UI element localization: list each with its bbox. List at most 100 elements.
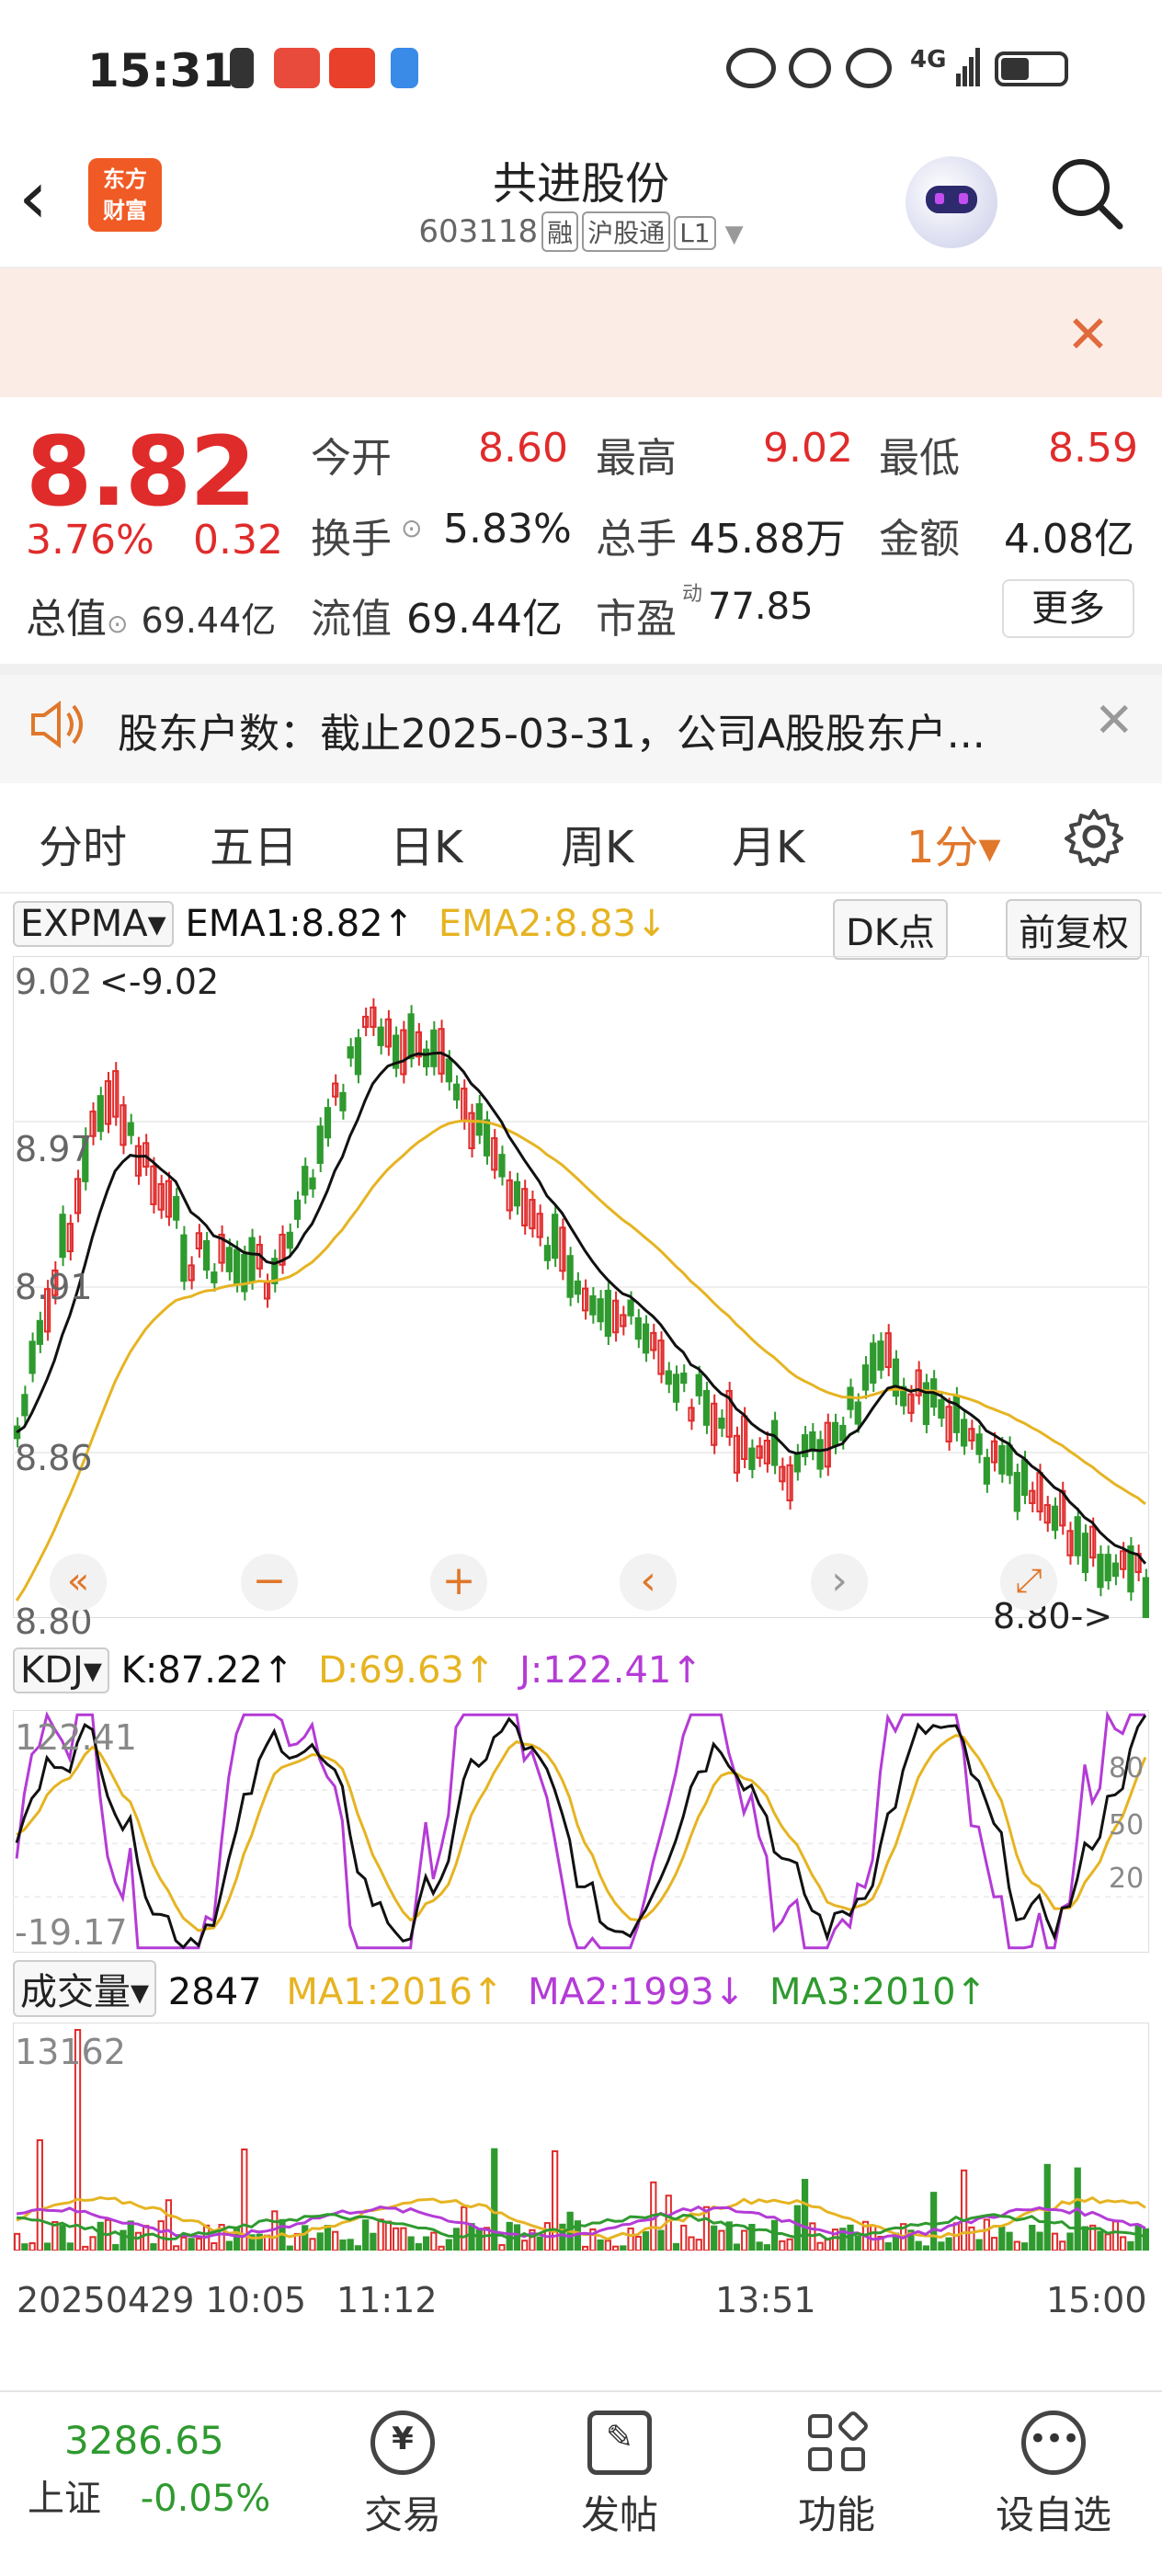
index-name: 上证 [28, 2478, 101, 2520]
current-price: 8.82 [26, 416, 256, 528]
adjust-button[interactable]: 前复权 [1006, 899, 1142, 960]
turnover-label: 换手 [311, 516, 392, 563]
more-button[interactable]: 更多 [1002, 579, 1134, 638]
alarm-icon [789, 48, 831, 88]
scroll-left-fast-button[interactable]: « [50, 1554, 107, 1611]
app-small-icon [391, 48, 418, 88]
add-watchlist-button[interactable]: ••• 设自选 [980, 2401, 1127, 2540]
taobao-icon [329, 48, 375, 88]
volume-label: 总手 [596, 516, 677, 563]
volume-row: 成交量▾ 2847 MA1:2016↑ MA2:1993↓ MA3:2010↑ [13, 1960, 986, 2017]
app-notification-icon [274, 48, 320, 88]
stock-header: ‹ 东方 财富 共进股份 603118 融沪股通 L1 ▼ [0, 138, 1162, 268]
bottom-toolbar: 3286.65 上证 -0.05% ¥ 交易 ✎ 发帖 功能 ••• 设自选 [0, 2390, 1162, 2576]
battery-icon [995, 51, 1068, 86]
kdj-ref-20: 20 [1109, 1863, 1145, 1895]
signal-icon [956, 46, 980, 86]
low-value: 8.59 [1048, 425, 1138, 472]
assistant-robot-icon[interactable] [906, 156, 997, 248]
trade-label: 交易 [363, 2492, 441, 2537]
tab-five-day[interactable]: 五日 [210, 811, 298, 875]
time-label-start: 20250429 10:05 [17, 2280, 307, 2320]
max-price-marker: <-9.02 [99, 962, 220, 1002]
price-tick-3: 8.91 [15, 1267, 93, 1307]
kdj-ref-50: 50 [1109, 1809, 1145, 1841]
time-label-3: 13:51 [715, 2280, 816, 2320]
notice-text: 股东户数：截止2025-03-31，公司A股股东户... [118, 711, 985, 758]
close-notice-icon[interactable]: ✕ [1094, 693, 1134, 748]
index-value: 3286.65 [64, 2418, 224, 2463]
total-value-label: 总值 [26, 596, 107, 643]
kdj-ref-80: 80 [1109, 1752, 1145, 1784]
tab-monthly-k[interactable]: 月K [732, 811, 804, 875]
function-button[interactable]: 功能 [763, 2401, 910, 2540]
status-time: 15:31 [87, 44, 234, 97]
scroll-left-button[interactable]: ‹ [620, 1554, 677, 1611]
tab-intraday[interactable]: 分时 [39, 811, 127, 875]
volume-chart[interactable] [13, 2023, 1149, 2251]
scroll-right-button[interactable]: › [811, 1554, 868, 1611]
kdj-chart[interactable] [13, 1710, 1149, 1953]
quote-panel: 8.82 3.76% 0.32 总值⊙ 69.44亿 今开 8.60 最高 9.… [0, 397, 1162, 664]
time-label-end: 15:00 [1046, 2280, 1147, 2320]
volume-top-tick: 13162 [15, 2032, 126, 2072]
grid-icon [804, 2409, 871, 2475]
zoom-in-button[interactable]: + [430, 1554, 487, 1611]
tab-daily-k[interactable]: 日K [390, 811, 462, 875]
info-icon[interactable]: ⊙ [107, 609, 128, 639]
function-label: 功能 [797, 2492, 875, 2537]
change-value: 0.32 [193, 517, 283, 564]
index-widget[interactable]: 3286.65 上证 -0.05% [28, 2418, 270, 2522]
pe-value: 77.85 [708, 586, 814, 628]
price-tick-2: 8.97 [15, 1129, 93, 1169]
turnover-value: 5.83% [443, 506, 572, 553]
period-tabs: 分时 五日 日K 周K 月K 1分▾ [0, 783, 1162, 894]
price-tick-top: 9.02 [15, 962, 93, 1002]
kdj-select[interactable]: KDJ▾ [13, 1647, 109, 1693]
vol-ma1: MA1:2016↑ [286, 1971, 504, 2013]
price-chart[interactable] [13, 956, 1149, 1618]
open-value: 8.60 [478, 425, 568, 472]
fullscreen-icon[interactable]: ⤢ [1000, 1554, 1057, 1611]
kdj-row: KDJ▾ K:87.22↑ D:69.63↑ J:122.41↑ [13, 1647, 702, 1693]
k-value: K:87.22↑ [120, 1649, 294, 1692]
ema2-value: EMA2:8.83↓ [438, 903, 667, 945]
speaker-icon [31, 701, 83, 748]
post-label: 发帖 [580, 2492, 658, 2537]
price-tick-4: 8.86 [15, 1438, 93, 1478]
pe-label: 市盈 [596, 596, 677, 643]
eye-icon [726, 48, 776, 88]
volume-select[interactable]: 成交量▾ [13, 1960, 157, 2017]
volume-value: 45.88万 [689, 516, 846, 563]
trade-button[interactable]: ¥ 交易 [329, 2401, 476, 2540]
dk-point-button[interactable]: DK点 [833, 899, 949, 960]
battery-alert-icon [230, 48, 254, 88]
kline-chart-area: EXPMA▾ EMA1:8.82↑ EMA2:8.83↓ DK点 前复权 9.0… [0, 892, 1162, 2381]
notice-bar[interactable]: 股东户数：截止2025-03-31，公司A股股东户... ✕ [0, 664, 1162, 783]
more-dots-icon: ••• [1021, 2411, 1086, 2475]
close-banner-icon[interactable]: ✕ [1066, 305, 1110, 365]
total-value-row: 总值⊙ 69.44亿 [26, 586, 276, 644]
kdj-top-tick: 122.41 [15, 1717, 137, 1758]
pe-superscript: 动 [682, 583, 703, 606]
zoom-out-button[interactable]: − [241, 1554, 298, 1611]
change-percent: 3.76% [26, 517, 154, 564]
search-icon[interactable] [1048, 154, 1125, 232]
tag-margin: 融 [541, 211, 579, 252]
promo-banner: ✕ [0, 268, 1162, 397]
tag-level: L1 [674, 216, 716, 250]
trade-icon: ¥ [370, 2411, 435, 2475]
edit-icon: ✎ [587, 2411, 652, 2475]
total-value: 69.44亿 [141, 600, 277, 641]
turnover-info-icon[interactable]: ⊙ [401, 513, 422, 543]
ema1-value: EMA1:8.82↑ [185, 903, 415, 945]
vol-ma2: MA2:1993↓ [528, 1971, 746, 2013]
tab-weekly-k[interactable]: 周K [561, 811, 633, 875]
tab-one-minute[interactable]: 1分▾ [906, 811, 1001, 875]
low-label: 最低 [879, 435, 960, 482]
tag-connect: 沪股通 [582, 211, 671, 252]
settings-gear-icon[interactable] [1065, 807, 1123, 866]
post-button[interactable]: ✎ 发帖 [546, 2401, 693, 2540]
float-label: 流值 [311, 596, 392, 643]
indicator-select[interactable]: EXPMA▾ [13, 901, 174, 947]
